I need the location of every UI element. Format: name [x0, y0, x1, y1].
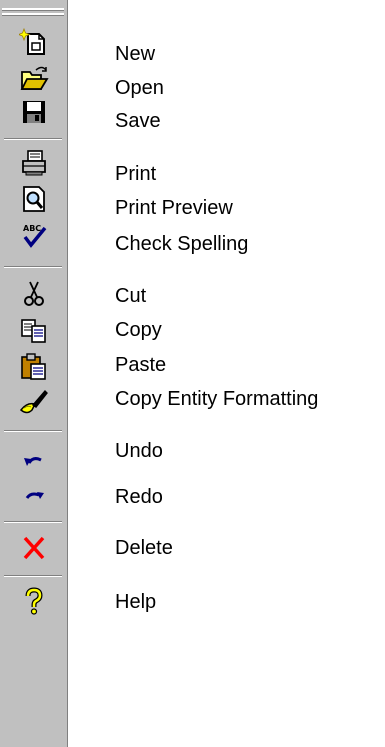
label-copy-entity-formatting: Copy Entity Formatting [115, 388, 319, 410]
redo-arrow-icon [25, 492, 44, 499]
floppy-disk-icon [23, 101, 45, 123]
red-x-icon [23, 536, 45, 560]
print-preview-button[interactable] [14, 182, 54, 216]
undo-arrow-icon [24, 457, 42, 466]
copy-entity-formatting-button[interactable] [14, 386, 54, 420]
toolbar-grip[interactable] [2, 8, 64, 11]
toolbar-separator [4, 575, 62, 577]
svg-text:ABC: ABC [23, 224, 41, 233]
label-cut: Cut [115, 285, 147, 307]
label-save: Save [115, 110, 161, 132]
label-new: New [115, 43, 156, 65]
copy-pages-icon [21, 319, 46, 343]
new-button[interactable] [14, 26, 54, 60]
help-button[interactable] [14, 584, 54, 618]
delete-button[interactable] [14, 531, 54, 565]
open-folder-icon [20, 66, 49, 90]
label-help: Help [115, 591, 157, 613]
printer-icon [22, 150, 46, 176]
undo-button[interactable] [14, 442, 54, 476]
toolbar-separator [4, 266, 62, 268]
new-document-icon [19, 28, 45, 55]
cut-button[interactable] [14, 277, 54, 311]
label-print-preview: Print Preview [115, 197, 233, 219]
toolbar-grip[interactable] [2, 13, 64, 16]
check-spelling-button[interactable]: ABC [14, 218, 54, 252]
toolbar-separator [4, 521, 62, 523]
label-check-spelling: Check Spelling [115, 233, 249, 255]
paintbrush-icon [19, 389, 48, 414]
print-button[interactable] [14, 146, 54, 180]
redo-button[interactable] [14, 479, 54, 513]
toolbar-separator [4, 430, 62, 432]
vertical-toolbar: ABC [0, 0, 68, 747]
toolbar-separator [4, 138, 62, 140]
label-print: Print [115, 163, 157, 185]
clipboard-icon [21, 353, 46, 380]
save-button[interactable] [14, 95, 54, 129]
label-delete: Delete [115, 537, 173, 559]
open-button[interactable] [14, 62, 54, 96]
label-undo: Undo [115, 440, 163, 462]
paste-button[interactable] [14, 350, 54, 384]
label-copy: Copy [115, 319, 162, 341]
question-mark-icon [25, 587, 43, 615]
scissors-icon [24, 281, 44, 306]
label-open: Open [115, 77, 164, 99]
abc-check-icon: ABC [23, 224, 47, 248]
label-redo: Redo [115, 486, 163, 508]
copy-button[interactable] [14, 314, 54, 348]
label-paste: Paste [115, 354, 167, 376]
magnifier-page-icon [23, 186, 45, 212]
